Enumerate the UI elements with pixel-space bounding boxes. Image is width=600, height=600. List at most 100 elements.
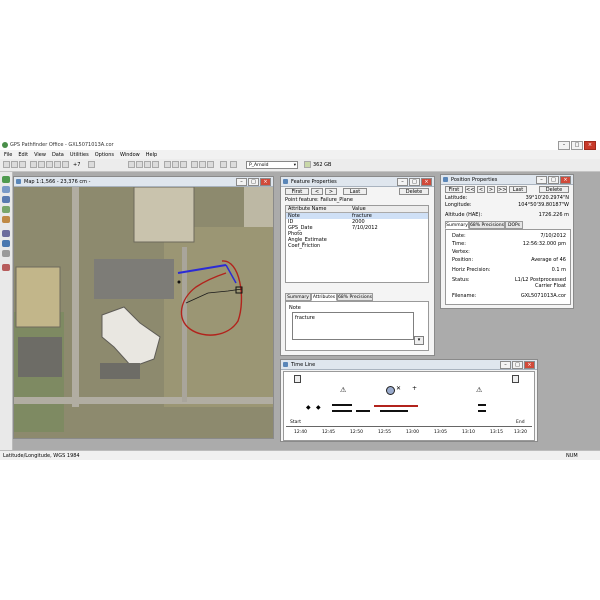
info-icon[interactable] xyxy=(230,161,237,168)
segment-bar[interactable] xyxy=(332,410,352,412)
menu-data[interactable]: Data xyxy=(52,152,64,158)
tab-position-summary[interactable]: Summary xyxy=(445,221,469,229)
time-line-icon[interactable] xyxy=(2,206,10,213)
cut-icon[interactable] xyxy=(30,161,37,168)
feature-last-button[interactable]: Last xyxy=(343,188,367,195)
tab-68-precisions[interactable]: 68% Precisions xyxy=(337,293,373,301)
zoom-extents-icon[interactable] xyxy=(199,161,206,168)
time-line-close-button[interactable]: × xyxy=(524,361,535,369)
map-window-controls: – □ × xyxy=(236,178,271,186)
status-num-lock: NUM xyxy=(566,453,578,459)
map-close-button[interactable]: × xyxy=(260,178,271,186)
zoom-selection-icon[interactable] xyxy=(207,161,214,168)
segment-bar[interactable] xyxy=(478,410,486,412)
position-first-prev-button[interactable]: << xyxy=(465,186,475,193)
table-row[interactable]: Coef_Friction xyxy=(286,243,428,249)
feature-marker-icon: ◆ xyxy=(306,404,311,411)
refresh-icon[interactable] xyxy=(220,161,227,168)
position-close-button[interactable]: × xyxy=(560,176,571,184)
pencil-tool-icon[interactable] xyxy=(152,161,159,168)
differential-correction-icon[interactable] xyxy=(2,230,10,237)
tab-summary[interactable]: Summary xyxy=(285,293,311,301)
main-toolbar: +7 P_Arnold ▾ 362 GB xyxy=(0,159,600,172)
data-transfer-icon[interactable] xyxy=(2,176,10,183)
feature-maximize-button[interactable]: □ xyxy=(409,178,420,186)
note-field[interactable]: fracture xyxy=(292,312,414,340)
time-line-maximize-button[interactable]: □ xyxy=(512,361,523,369)
menu-options[interactable]: Options xyxy=(95,152,114,158)
map-icon[interactable] xyxy=(2,264,10,271)
tab-attributes[interactable]: Attributes xyxy=(311,293,337,301)
segment-bar[interactable] xyxy=(478,404,486,406)
zoom-in-icon[interactable] xyxy=(172,161,179,168)
redo-icon[interactable] xyxy=(62,161,69,168)
menu-utilities[interactable]: Utilities xyxy=(70,152,89,158)
measure-tool-icon[interactable] xyxy=(136,161,143,168)
time-line-window-icon xyxy=(283,362,288,367)
feature-minimize-button[interactable]: – xyxy=(397,178,408,186)
feature-first-button[interactable]: First xyxy=(285,188,309,195)
menu-file[interactable]: File xyxy=(4,152,12,158)
tab-position-dops[interactable]: DOPs xyxy=(505,221,523,229)
import-icon[interactable] xyxy=(2,250,10,257)
maximize-button[interactable]: □ xyxy=(571,141,583,150)
menu-window[interactable]: Window xyxy=(120,152,140,158)
camera-icon xyxy=(386,386,395,395)
pan-tool-icon[interactable] xyxy=(164,161,171,168)
document-icon[interactable] xyxy=(294,375,301,383)
map-canvas[interactable] xyxy=(14,187,273,438)
map-minimize-button[interactable]: – xyxy=(236,178,247,186)
attribute-editor-panel: Note fracture ▾ xyxy=(285,301,429,351)
open-icon[interactable] xyxy=(11,161,18,168)
position-maximize-button[interactable]: □ xyxy=(548,176,559,184)
time-line-minimize-button[interactable]: – xyxy=(500,361,511,369)
time-tick: 13:00 xyxy=(406,430,419,435)
close-button[interactable]: × xyxy=(584,141,596,150)
time-line-canvas[interactable]: ⚠ ⚠ ✕ + ◆ ◆ Start End 12:40 12:45 12:50 … xyxy=(283,371,535,441)
segment-bar[interactable] xyxy=(380,410,408,412)
export-icon[interactable] xyxy=(2,240,10,247)
paste-icon[interactable] xyxy=(46,161,53,168)
user-dropdown[interactable]: P_Arnold ▾ xyxy=(246,161,298,169)
gps-icon[interactable] xyxy=(2,186,10,193)
undo-icon[interactable] xyxy=(54,161,61,168)
properties-icon[interactable] xyxy=(2,216,10,223)
position-prev-button[interactable]: < xyxy=(477,186,485,193)
east-west-road xyxy=(14,397,273,404)
select-tool-icon[interactable] xyxy=(128,161,135,168)
layers-icon[interactable] xyxy=(2,196,10,203)
position-delete-button[interactable]: Delete xyxy=(539,186,569,193)
segment-bar[interactable] xyxy=(356,410,370,412)
feature-next-button[interactable]: > xyxy=(325,188,337,195)
dropdown-arrow-icon[interactable]: ▾ xyxy=(414,336,424,345)
new-project-icon[interactable] xyxy=(3,161,10,168)
time-tick: 12:45 xyxy=(322,430,335,435)
sketch-tool-icon[interactable] xyxy=(144,161,151,168)
position-last-button[interactable]: Last xyxy=(509,186,527,193)
zoom-out-icon[interactable] xyxy=(180,161,187,168)
map-maximize-button[interactable]: □ xyxy=(248,178,259,186)
position-next-button[interactable]: > xyxy=(487,186,495,193)
segment-bar[interactable] xyxy=(332,404,352,406)
feature-prev-button[interactable]: < xyxy=(311,188,323,195)
point-feature[interactable] xyxy=(177,280,181,284)
feature-close-button[interactable]: × xyxy=(421,178,432,186)
building-west xyxy=(15,266,61,328)
options-icon[interactable] xyxy=(88,161,95,168)
menu-edit[interactable]: Edit xyxy=(18,152,28,158)
minimize-button[interactable]: – xyxy=(558,141,570,150)
menu-help[interactable]: Help xyxy=(146,152,157,158)
position-minimize-button[interactable]: – xyxy=(536,176,547,184)
save-icon[interactable] xyxy=(19,161,26,168)
position-next-next-button[interactable]: >> xyxy=(497,186,507,193)
document-icon[interactable] xyxy=(512,375,519,383)
zoom-previous-icon[interactable] xyxy=(191,161,198,168)
selected-segment-bar[interactable] xyxy=(374,405,418,407)
menu-view[interactable]: View xyxy=(34,152,46,158)
feature-delete-button[interactable]: Delete xyxy=(399,188,429,195)
position-first-button[interactable]: First xyxy=(445,186,463,193)
parking-lot-west xyxy=(18,337,62,377)
copy-icon[interactable] xyxy=(38,161,45,168)
tab-position-precisions[interactable]: 68% Precisions xyxy=(469,221,505,229)
open-field xyxy=(164,227,273,407)
